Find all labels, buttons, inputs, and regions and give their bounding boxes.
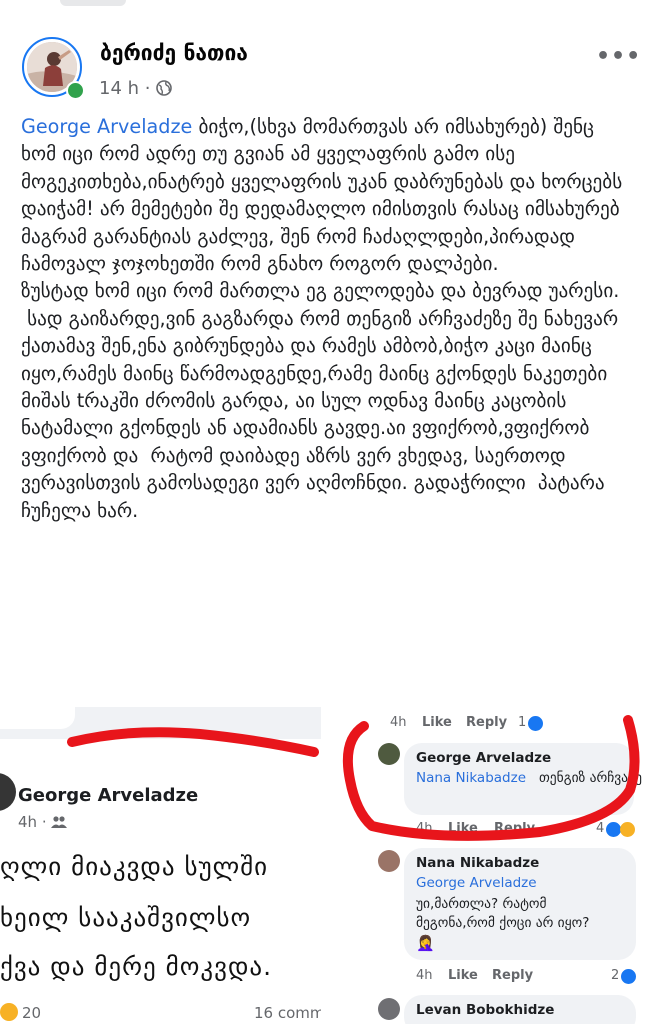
post-paragraph-2: ზუსტად ხომ იცი რომ მართლა ეგ გელოდება და…: [21, 279, 620, 303]
comment-time: 4h: [390, 715, 407, 730]
more-options-icon[interactable]: •••: [596, 44, 641, 69]
like-link: Like: [422, 715, 452, 730]
reply-link: Reply: [492, 968, 534, 983]
comments-count: 16 comme: [254, 1004, 321, 1022]
embedded-screenshot-left: George Arveladze 4h · ღლი მიაკვდა სულში …: [0, 707, 321, 1024]
avatar: [378, 998, 400, 1020]
comment-mention: George Arveladze: [416, 875, 537, 891]
like-link: Like: [448, 821, 478, 836]
post-meta: 14 h ·: [99, 78, 173, 99]
friends-icon: [51, 816, 68, 828]
comment-text: თენგიზ არჩვაძე: [539, 770, 642, 786]
avatar: [378, 850, 400, 872]
reaction-count: 4: [596, 821, 605, 836]
like-reaction-icon: [606, 822, 621, 837]
comment-time: 4h: [416, 821, 433, 836]
like-reaction-icon: [621, 969, 636, 984]
sad-reaction-icon: [620, 822, 635, 837]
post-author-name[interactable]: ბერიძე ნათია: [100, 41, 248, 65]
embedded-text-line-3: ქვა და მერე მოკვდა.: [0, 952, 273, 981]
sad-reaction-icon: [0, 1003, 18, 1021]
embedded-author-name: George Arveladze: [18, 785, 199, 806]
post-paragraph-1: George Arveladze ბიჭო,(სხვა მომართვას არ…: [21, 115, 629, 276]
embedded-meta: 4h ·: [18, 813, 68, 831]
reactions-count: 20: [22, 1004, 42, 1022]
embedded-text-line-2: ხეილ სააკაშვილსო: [0, 903, 252, 932]
reaction-count: 2: [611, 968, 620, 983]
comment-author: George Arveladze: [416, 750, 552, 766]
comment-bubble-fragment: [0, 707, 75, 729]
embedded-screenshot-right: 4h Like Reply 1 George Arveladze Nana Ni…: [330, 707, 646, 1024]
reaction-count: 1: [518, 715, 527, 730]
post-mention[interactable]: George Arveladze: [21, 115, 192, 138]
embedded-text-line-1: ღლი მიაკვდა სულში: [0, 852, 269, 881]
reply-link: Reply: [494, 821, 536, 836]
avatar: [0, 773, 16, 811]
post-paragraph-3: სად გაიზარდე,ვინ გაგზარდა რომ თენგიზ არჩ…: [21, 306, 625, 522]
meta-separator: ·: [144, 78, 151, 99]
like-reaction-icon: [528, 716, 543, 731]
post-body: George Arveladze ბიჭო,(სხვა მომართვას არ…: [21, 113, 626, 524]
comment-time: 4h: [416, 968, 433, 983]
reply-link: Reply: [466, 715, 508, 730]
comment-text: უი,მართლა? რატომ მეგონა,რომ ქოცი არ იყო?: [416, 896, 590, 931]
post-time[interactable]: 14 h: [99, 78, 139, 99]
previous-post-edge: [60, 0, 126, 6]
like-link: Like: [448, 968, 478, 983]
globe-icon: [156, 80, 173, 96]
facepalm-emoji: 🤦‍♀️: [416, 934, 435, 952]
comment-author: Levan Bobokhidze: [416, 1002, 555, 1018]
comment-author: Nana Nikabadze: [416, 855, 540, 871]
comment-mention: Nana Nikabadze: [416, 770, 526, 786]
avatar: [378, 743, 400, 765]
online-status-icon: [66, 81, 85, 100]
